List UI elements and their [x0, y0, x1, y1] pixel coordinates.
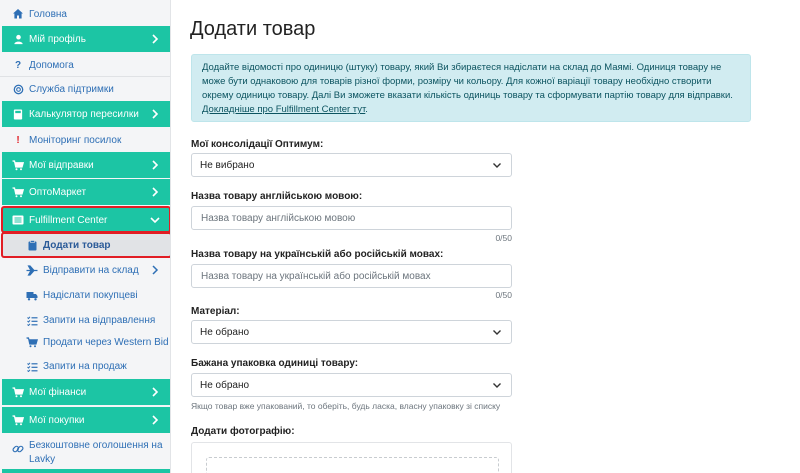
name-ua-counter: 0/50 — [495, 290, 512, 300]
cart-icon — [12, 159, 24, 171]
consolidation-select[interactable]: Не вибрано — [191, 153, 512, 177]
sidebar-item-shipments[interactable]: Мої відправки — [2, 152, 170, 178]
sidebar-item-support[interactable]: Служба підтримки — [2, 77, 170, 101]
packaging-select[interactable]: Не обрано — [191, 373, 512, 397]
info-alert: Додайте відомості про одиницю (штуку) то… — [191, 54, 751, 122]
name-ua-label: Назва товару на українській або російськ… — [191, 249, 444, 260]
sidebar-subitem-label: Запити на відправлення — [43, 315, 156, 326]
name-en-input[interactable] — [191, 206, 512, 230]
cart-icon — [26, 337, 38, 349]
packaging-hint: Якщо товар вже упакований, то оберіть, б… — [191, 401, 501, 411]
photo-dropzone[interactable] — [206, 457, 499, 473]
chevron-right-icon — [148, 385, 162, 399]
sidebar-item-label: Служба підтримки — [29, 83, 114, 95]
question-icon: ? — [14, 59, 22, 71]
sidebar-subitem-sale-requests[interactable]: Запити на продаж — [2, 354, 170, 379]
sidebar-item-label: ОптоМаркет — [29, 186, 87, 198]
sidebar-item-lavky[interactable]: Безкоштовне оголошення на Lavky — [2, 436, 170, 468]
home-icon — [12, 8, 24, 20]
sidebar-item-label: Головна — [29, 8, 67, 20]
chevron-down-icon — [491, 159, 503, 171]
sidebar-item-home[interactable]: Головна — [2, 2, 170, 26]
material-value: Не обрано — [200, 326, 250, 338]
sidebar-item-next[interactable] — [2, 469, 170, 473]
calculator-icon — [12, 108, 24, 120]
info-text: Додайте відомості про одиницю (штуку) то… — [202, 62, 733, 101]
plane-icon — [26, 265, 38, 277]
sidebar-item-label: Мій профіль — [29, 33, 86, 45]
consolidation-value: Не вибрано — [200, 159, 255, 171]
material-select[interactable]: Не обрано — [191, 320, 512, 344]
sidebar-item-finances[interactable]: Мої фінанси — [2, 379, 170, 405]
sidebar-item-purchases[interactable]: Мої покупки — [2, 407, 170, 433]
name-ua-input[interactable] — [191, 264, 512, 288]
sidebar-item-label: Мої відправки — [29, 159, 94, 171]
cart-icon — [12, 386, 24, 398]
name-en-label: Назва товару англійською мовою: — [191, 191, 363, 202]
info-link-tail: . — [365, 104, 368, 115]
sidebar-item-label: Калькулятор пересилки — [29, 108, 139, 120]
sidebar-item-label: Мої покупки — [29, 414, 85, 426]
user-icon — [12, 33, 24, 45]
chevron-right-icon — [148, 158, 162, 172]
sidebar-subitem-label: Продати через Western Bid — [43, 337, 169, 348]
highlight-frame — [1, 206, 170, 233]
name-en-counter: 0/50 — [495, 233, 512, 243]
highlight-frame — [1, 232, 170, 258]
truck-icon — [26, 290, 38, 302]
cart-icon — [12, 414, 24, 426]
fulfillment-info-link[interactable]: Докладніше про Fulfillment Center тут — [202, 104, 365, 115]
cart-icon — [12, 186, 24, 198]
sidebar-subitem-send-to-buyer[interactable]: Надіслати покупцеві — [2, 283, 170, 308]
sidebar-subitem-sell-western-bid[interactable]: Продати через Western Bid — [2, 330, 170, 355]
chevron-right-icon — [148, 107, 162, 121]
chevron-right-icon — [148, 185, 162, 199]
sidebar-item-calculator[interactable]: Калькулятор пересилки — [2, 101, 170, 127]
checklist-icon — [26, 315, 38, 327]
sidebar-subitem-label: Надіслати покупцеві — [43, 290, 138, 301]
main-content: Додати товар Додайте відомості про одини… — [171, 0, 800, 473]
sidebar-item-help[interactable]: ? Допомога — [2, 53, 170, 77]
consolidation-label: Мої консолідації Оптимум: — [191, 139, 324, 150]
checklist-icon — [26, 361, 38, 373]
sidebar-item-label: Мої фінанси — [29, 386, 87, 398]
sidebar-item-optomarket[interactable]: ОптоМаркет — [2, 179, 170, 205]
sidebar-subitem-label: Запити на продаж — [43, 361, 127, 372]
sidebar-item-profile[interactable]: Мій профіль — [2, 26, 170, 52]
chevron-down-icon — [491, 379, 503, 391]
chevron-right-icon — [149, 264, 161, 276]
exclamation-icon: ! — [16, 134, 20, 146]
photo-upload-panel — [191, 442, 512, 473]
sidebar: Головна Мій профіль ? Допомога Служба пі… — [0, 0, 171, 473]
sidebar-item-label: Моніторинг посилок — [29, 134, 122, 146]
packaging-value: Не обрано — [200, 379, 250, 391]
photo-label: Додати фотографію: — [191, 426, 295, 437]
sidebar-subitem-label: Відправити на склад — [43, 265, 139, 276]
material-label: Матеріал: — [191, 306, 240, 317]
sidebar-subitem-send-to-warehouse[interactable]: Відправити на склад — [2, 258, 170, 283]
sidebar-item-label: Допомога — [29, 59, 74, 71]
chevron-right-icon — [148, 413, 162, 427]
sidebar-item-label: Безкоштовне оголошення на Lavky — [29, 440, 163, 465]
chevron-right-icon — [148, 32, 162, 46]
page-title: Додати товар — [190, 18, 316, 40]
packaging-label: Бажана упаковка одиниці товару: — [191, 358, 359, 369]
sidebar-item-monitoring[interactable]: ! Моніторинг посилок — [2, 128, 170, 152]
link-icon — [12, 443, 24, 455]
lifebuoy-icon — [12, 83, 24, 95]
chevron-down-icon — [491, 326, 503, 338]
